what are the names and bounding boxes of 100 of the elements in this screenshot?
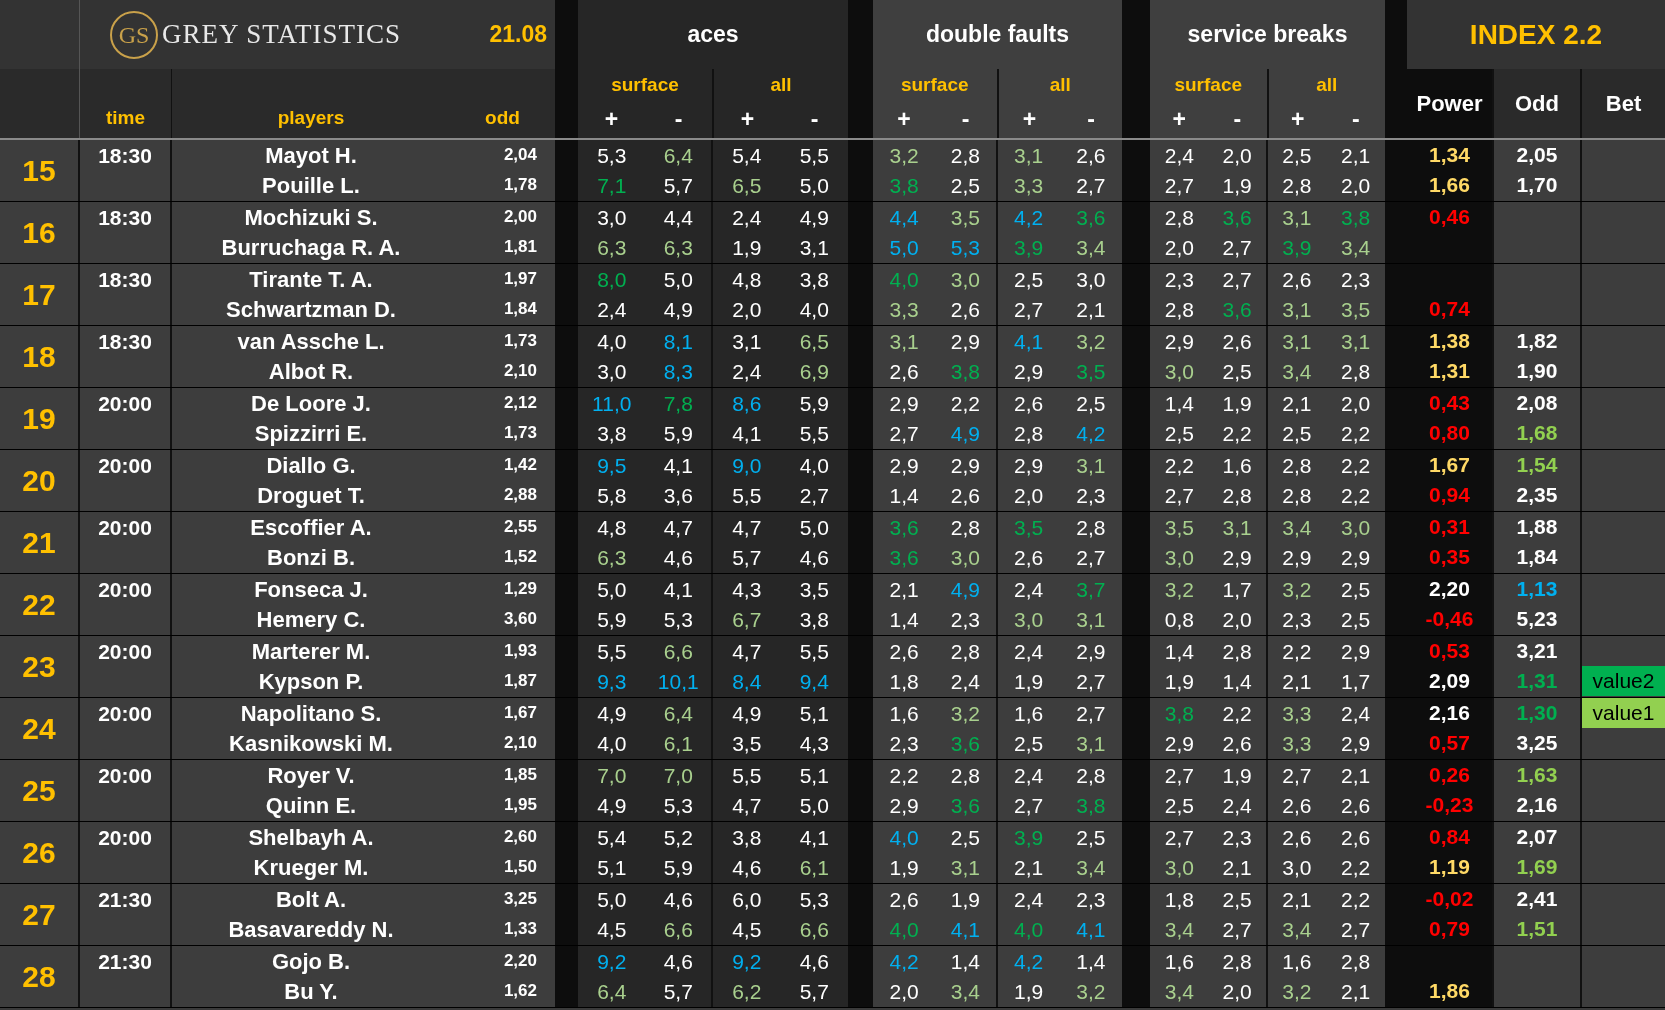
stat-value: 6,5 [732,173,762,199]
stat-value: 2,5 [1222,886,1252,913]
stat-value: 2,1 [1341,762,1371,789]
stat-value: 6,1 [799,855,829,881]
stat-value: 4,7 [732,793,762,819]
odd-value: 2,05 [1516,142,1558,169]
stat-value: 2,5 [1164,421,1194,447]
player-name: Bu Y. [284,977,338,1006]
stat-value: 2,5 [1341,576,1371,603]
stat-value: 2,6 [889,638,919,665]
brand-title: GREY STATISTICS [162,18,402,52]
stat-value: 2,9 [1164,731,1194,757]
stat-value: 2,3 [889,731,919,757]
odd-value: 1,30 [1516,700,1558,727]
stat-value: 2,3 [1076,483,1106,509]
stat-value: 6,3 [597,235,627,261]
sign-label: - [674,105,683,135]
stat-value: 4,6 [732,855,762,881]
odd-value: 1,97 [503,268,537,291]
power-value: 2,16 [1429,700,1470,727]
player-name: Spizzirri E. [254,419,368,448]
stat-value: 2,3 [1341,266,1371,293]
stat-value: 0,8 [1164,607,1194,633]
stat-value: 2,0 [889,979,919,1005]
odd-value: 1,81 [503,236,537,259]
subheader: surface [1174,72,1243,97]
power-value: 1,66 [1429,172,1470,199]
odd-value: 1,42 [503,454,537,477]
stat-value: 1,9 [1014,979,1044,1005]
stat-value: 10,1 [657,669,699,695]
player-name: De Loore J. [251,389,371,418]
stat-value: 5,5 [799,638,829,665]
power-value: 0,94 [1429,482,1470,509]
stat-value: 6,5 [799,328,829,355]
stat-value: 6,1 [663,731,693,757]
column-header: time [105,105,146,130]
stat-value: 4,6 [663,886,693,913]
stat-value: 5,4 [732,142,762,169]
stat-value: 5,0 [597,886,627,913]
player-name: Bolt A. [275,885,347,914]
stat-value: 2,5 [1014,266,1044,293]
stat-value: 2,2 [1222,421,1252,447]
stat-value: 3,5 [1341,297,1371,323]
stat-value: 4,0 [799,297,829,323]
stat-value: 4,9 [597,700,627,727]
stat-value: 5,7 [732,545,762,571]
stat-value: 5,7 [663,173,693,199]
stat-value: 4,2 [1014,948,1044,975]
stat-value: 2,2 [1341,452,1371,479]
stat-value: 5,9 [663,421,693,447]
sign-label: + [1290,105,1305,135]
stat-value: 2,0 [1222,607,1252,633]
stat-value: 7,0 [597,762,627,789]
stat-value: 2,7 [1222,266,1252,293]
odd-value: 1,54 [1516,452,1558,479]
stat-value: 3,0 [1164,545,1194,571]
stat-value: 4,1 [950,917,980,943]
stat-value: 3,8 [889,173,919,199]
subheader: all [770,72,792,97]
stat-value: 8,0 [597,266,627,293]
player-name: Hemery C. [256,605,366,634]
stat-value: 2,3 [1164,266,1194,293]
player-name: Napolitano S. [240,699,382,728]
stat-value: 3,4 [1076,235,1106,261]
power-value: 0,26 [1429,762,1470,789]
stat-value: 1,7 [1341,669,1371,695]
stat-value: 2,1 [1282,886,1312,913]
odd-value: 1,31 [1516,668,1558,695]
stat-value: 2,5 [950,173,980,199]
stat-value: 2,9 [1222,545,1252,571]
stat-value: 2,2 [950,390,980,417]
power-value: 0,31 [1429,514,1470,541]
stat-value: 2,9 [1014,452,1044,479]
subheader: surface [900,72,969,97]
bet-tag: value1 [1582,698,1665,728]
stat-value: 4,8 [732,266,762,293]
stat-value: 2,8 [1282,452,1312,479]
stat-value: 1,9 [1014,669,1044,695]
sign-label: - [1087,105,1095,135]
stat-value: 3,6 [1076,204,1106,231]
stat-value: 2,2 [1341,886,1371,913]
stat-value: 1,8 [889,669,919,695]
stat-value: 2,2 [1164,452,1194,479]
stat-value: 4,6 [663,545,693,571]
player-name: Burruchaga R. A. [221,233,401,262]
power-value: 0,74 [1429,296,1470,323]
stat-value: 3,1 [889,328,919,355]
power-value: 1,86 [1429,978,1470,1005]
player-name: Tirante T. A. [249,265,373,294]
stat-value: 5,3 [663,793,693,819]
stat-value: 5,8 [597,483,627,509]
stat-value: 1,4 [950,948,980,975]
stat-value: 2,0 [732,297,762,323]
stat-value: 3,1 [799,235,829,261]
match-time: 21:30 [98,887,152,913]
stat-value: 3,1 [1282,297,1312,323]
stat-value: 2,1 [1076,297,1106,323]
stat-value: 4,6 [799,545,829,571]
stat-value: 2,1 [1341,142,1371,169]
stat-value: 4,9 [950,421,980,447]
